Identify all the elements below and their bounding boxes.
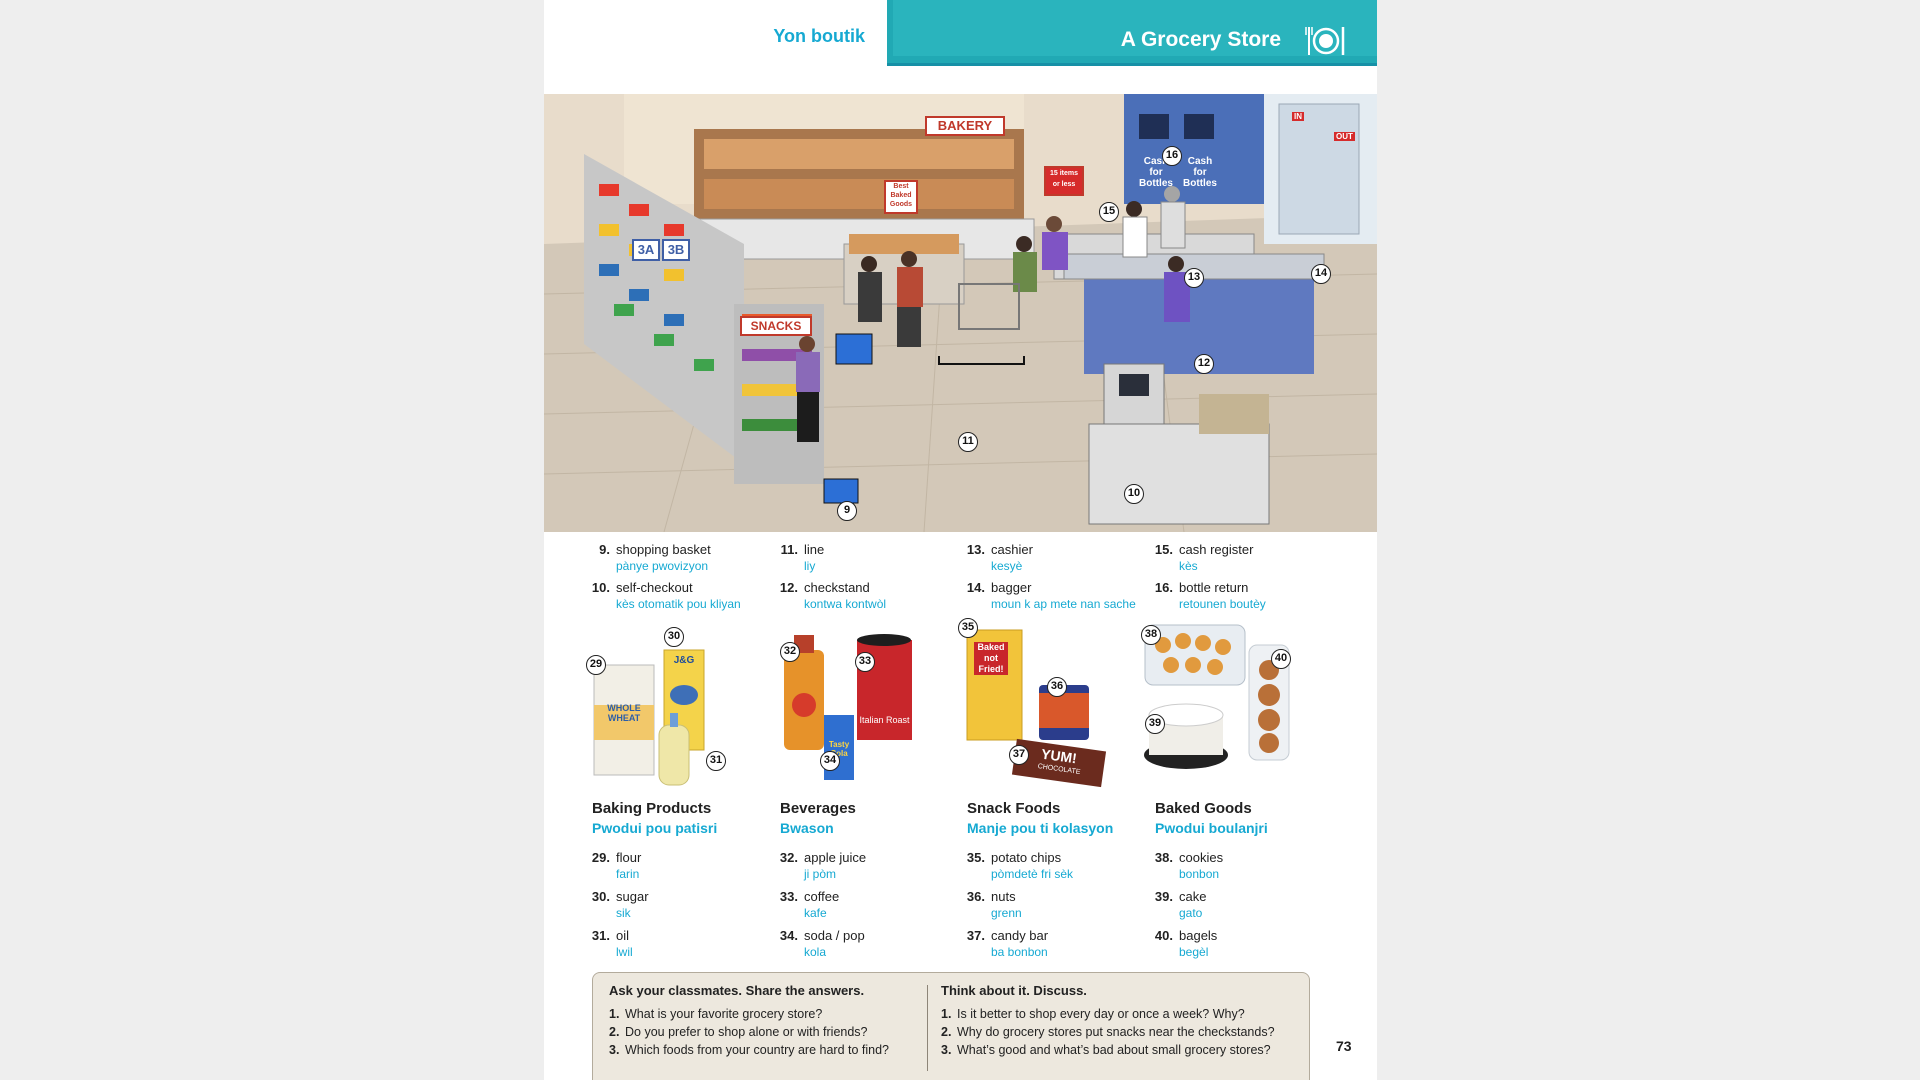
category-title-baking-kreyol: Pwodui pou patisri (592, 820, 718, 836)
store-scene-drawing (544, 94, 1377, 532)
marker-40: 40 (1271, 649, 1291, 669)
category-title-beverages-kreyol: Bwason (780, 820, 834, 836)
grocery-store-illustration: BAKERY SNACKS 3A 3B Best Baked Goods 15 … (544, 94, 1377, 532)
header-title-kreyol: Yon boutik (773, 26, 865, 46)
out-door-sign: OUT (1334, 132, 1355, 141)
marker-38: 38 (1141, 625, 1161, 645)
marker-39: 39 (1145, 714, 1165, 734)
header-left: Yon boutik (544, 0, 887, 66)
question-item: 3. Which foods from your country are hard… (609, 1043, 890, 1057)
marker-35: 35 (958, 618, 978, 638)
category-title-snacks-kreyol: Manje pou ti kolasyon (967, 820, 1114, 836)
category-title-baked-goods-kreyol: Pwodui boulanjri (1155, 820, 1268, 836)
category-title-beverages: Beverages (780, 800, 856, 817)
box-divider (927, 985, 928, 1071)
sugar-box-label: J&G (673, 655, 695, 666)
header-banner: A Grocery Store (887, 0, 1377, 66)
question-item: 2. Why do grocery stores put snacks near … (941, 1025, 1275, 1039)
question-item: 2. Do you prefer to shop alone or with fr… (609, 1025, 868, 1039)
flour-bag-label: WHOLE WHEAT (607, 703, 641, 723)
aisle-sign-b: 3B (662, 239, 690, 261)
marker-30: 30 (664, 627, 684, 647)
classmates-questions: Ask your classmates. Share the answers. … (609, 983, 889, 1061)
marker-33: 33 (855, 652, 875, 672)
marker-15: 15 (1099, 202, 1119, 222)
coffee-can-label: Italian Roast (859, 715, 910, 725)
marker-37: 37 (1009, 745, 1029, 765)
category-title-snacks: Snack Foods (967, 800, 1061, 817)
marker-9: 9 (837, 501, 857, 521)
best-baked-goods-sign: Best Baked Goods (884, 180, 918, 214)
question-item: 1. What is your favorite grocery store? (609, 1007, 823, 1021)
textbook-page: Yon boutik A Grocery Store BAKERY SNACKS… (544, 0, 1377, 1080)
baked-goods-image (1144, 624, 1290, 769)
in-door-sign: IN (1292, 112, 1304, 121)
question-item: 3. What’s good and what’s bad about small… (941, 1043, 1271, 1057)
discussion-box: Ask your classmates. Share the answers. … (592, 972, 1310, 1080)
classmates-heading: Ask your classmates. Share the answers. (609, 983, 865, 998)
discuss-questions: Think about it. Discuss. 1. Is it better … (941, 983, 1275, 1061)
aisle-sign-a: 3A (632, 239, 660, 261)
question-item: 1. Is it better to shop every day or once… (941, 1007, 1245, 1021)
category-title-baking: Baking Products (592, 800, 712, 817)
marker-13: 13 (1184, 268, 1204, 288)
marker-14: 14 (1311, 264, 1331, 284)
page-number: 73 (1336, 1038, 1352, 1054)
discuss-heading: Think about it. Discuss. (941, 983, 1087, 998)
marker-12: 12 (1194, 354, 1214, 374)
bakery-sign: BAKERY (925, 116, 1005, 136)
marker-10: 10 (1124, 484, 1144, 504)
header-title-english: A Grocery Store (1120, 28, 1281, 51)
items-limit-sign: 15 items or less (1044, 166, 1084, 196)
plate-fork-knife-icon (1305, 27, 1345, 55)
chips-bag-label: Baked not Fried! (974, 642, 1008, 675)
marker-31: 31 (706, 751, 726, 771)
marker-11: 11 (958, 432, 978, 452)
bottle-return-label-2: Cash for Bottles (1183, 156, 1217, 189)
marker-16: 16 (1162, 146, 1182, 166)
category-title-baked-goods: Baked Goods (1155, 800, 1252, 817)
snacks-sign: SNACKS (740, 316, 812, 336)
marker-32: 32 (780, 642, 800, 662)
marker-29: 29 (586, 655, 606, 675)
marker-36: 36 (1047, 677, 1067, 697)
marker-34: 34 (820, 751, 840, 771)
